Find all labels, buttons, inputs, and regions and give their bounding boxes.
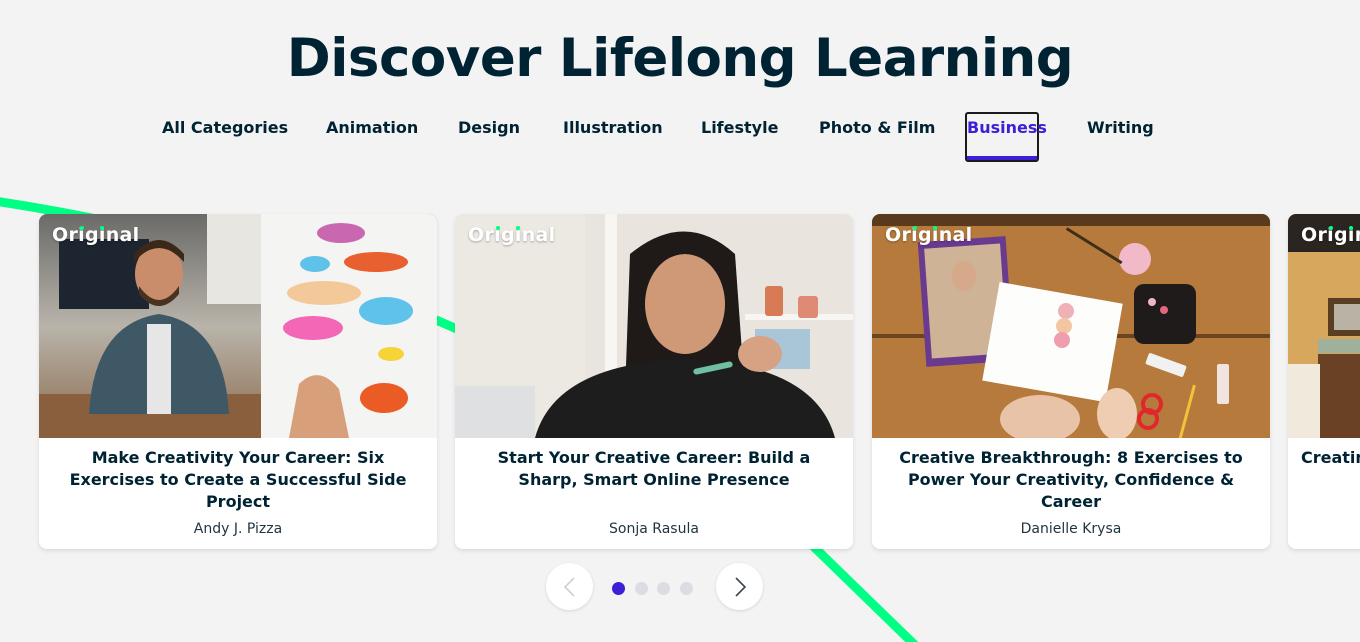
pagination-dot-3[interactable] [657,582,670,595]
class-thumbnail [1288,214,1360,438]
class-author[interactable]: Sonja Rasula [455,521,853,537]
green-dot [1328,226,1333,230]
class-title[interactable]: Start Your Creative Career: Build a Shar… [469,447,839,491]
class-card[interactable]: Original Creatin [1288,214,1360,549]
class-carousel: Ori gi nal Make Creativity Your Career: Si… [0,214,1360,550]
tab-lifestyle[interactable]: Lifestyle [701,112,778,162]
tab-all-categories[interactable]: All Categories [162,112,288,162]
tab-design[interactable]: Design [458,112,520,162]
chevron-left-icon [563,577,575,597]
green-dot [933,226,938,230]
class-title[interactable]: Creatin [1301,447,1360,469]
class-thumbnail [39,214,437,438]
pagination-dot-4[interactable] [680,582,693,595]
class-title[interactable]: Creative Breakthrough: 8 Exercises to Po… [886,447,1256,513]
prev-button[interactable] [546,563,593,610]
class-card[interactable]: Ori gi nal Creative Breakthrough: 8 Exerci… [872,214,1270,549]
class-thumbnail [872,214,1270,438]
original-badge: Original [468,224,556,246]
class-card[interactable]: Ori gi nal Start Your Creative Career: Bui… [455,214,853,549]
tab-writing[interactable]: Writing [1087,112,1154,162]
green-dot [495,226,500,230]
original-badge: Original [885,224,973,246]
pagination-dot-1[interactable] [612,582,625,595]
next-button[interactable] [716,563,763,610]
carousel-pagination [0,562,1360,612]
tab-business[interactable]: Business [965,112,1047,162]
chevron-right-icon [735,577,747,597]
tab-animation[interactable]: Animation [326,112,418,162]
pagination-dot-2[interactable] [635,582,648,595]
green-dot [100,226,105,230]
class-author[interactable]: Andy J. Pizza [39,521,437,537]
green-dot [912,226,917,230]
class-thumbnail [455,214,853,438]
category-tabs: All Categories Animation Design Illustra… [0,112,1360,162]
green-dot [516,226,521,230]
class-title[interactable]: Make Creativity Your Career: Six Exercis… [53,447,423,513]
tab-photo-film[interactable]: Photo & Film [819,112,935,162]
original-badge: Original [52,224,140,246]
class-author[interactable]: Danielle Krysa [872,521,1270,537]
green-dot [1349,226,1354,230]
original-badge: Original [1301,224,1360,246]
green-dot [79,226,84,230]
class-card[interactable]: Ori gi nal Make Creativity Your Career: Si… [39,214,437,549]
page-title: Discover Lifelong Learning [286,28,1074,89]
tab-illustration[interactable]: Illustration [563,112,663,162]
